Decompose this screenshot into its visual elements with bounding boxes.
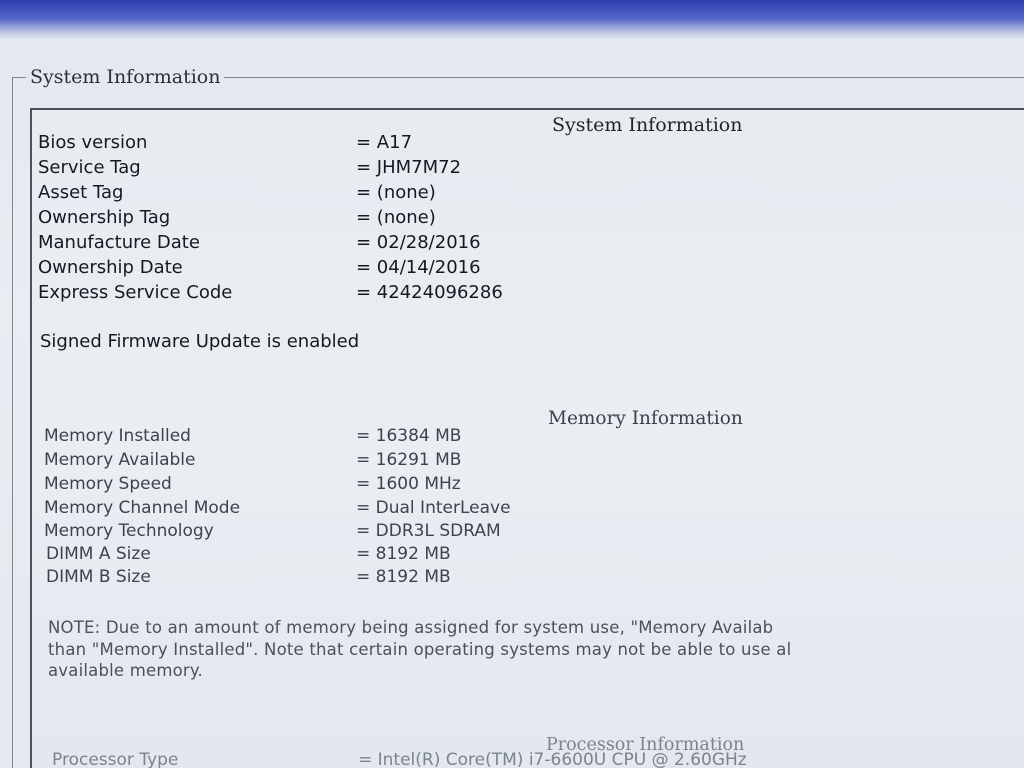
info-label: Memory Speed [44,474,172,494]
info-value: = 8192 MB [356,544,451,564]
info-label: Express Service Code [38,282,233,303]
info-value: = DDR3L SDRAM [356,521,501,541]
info-value: = Intel(R) Core(TM) i7-6600U CPU @ 2.60G… [358,750,747,768]
info-value: = 04/14/2016 [356,257,481,278]
memory-note-line: NOTE: Due to an amount of memory being a… [48,618,774,637]
info-label: Memory Available [44,450,196,470]
group-frame-left [12,77,13,768]
info-value: = A17 [356,132,413,153]
info-value: = 8192 MB [356,567,451,587]
info-value: = (none) [356,182,436,203]
info-label: Ownership Tag [38,207,171,228]
firmware-status-text: Signed Firmware Update is enabled [40,331,360,352]
info-value: = Dual InterLeave [356,498,511,518]
info-label: Memory Technology [44,521,214,541]
info-value: = 42424096286 [356,282,503,303]
info-label: Processor Type [52,750,179,768]
info-label: Ownership Date [38,257,183,278]
info-value: = 02/28/2016 [356,232,481,253]
info-label: Memory Channel Mode [44,498,241,518]
info-value: = 1600 MHz [356,474,461,494]
info-value: = 16291 MB [356,450,462,470]
info-label: DIMM A Size [46,544,151,564]
info-label: Memory Installed [44,426,191,446]
info-label: Asset Tag [38,182,124,203]
info-label: Manufacture Date [38,232,200,253]
system-information-heading: System Information [552,114,743,136]
info-value: = 16384 MB [356,426,462,446]
group-title: System Information [26,66,225,88]
memory-note-line: than "Memory Installed". Note that certa… [48,640,792,659]
bios-screen: System Information System Information Bi… [0,0,1024,768]
info-label: DIMM B Size [46,567,151,587]
info-label: Bios version [38,132,148,153]
memory-note-line: available memory. [48,661,203,680]
info-value: = JHM7M72 [356,157,462,178]
info-label: Service Tag [38,157,141,178]
title-bar [0,0,1024,40]
memory-information-heading: Memory Information [548,408,743,429]
info-value: = (none) [356,207,436,228]
